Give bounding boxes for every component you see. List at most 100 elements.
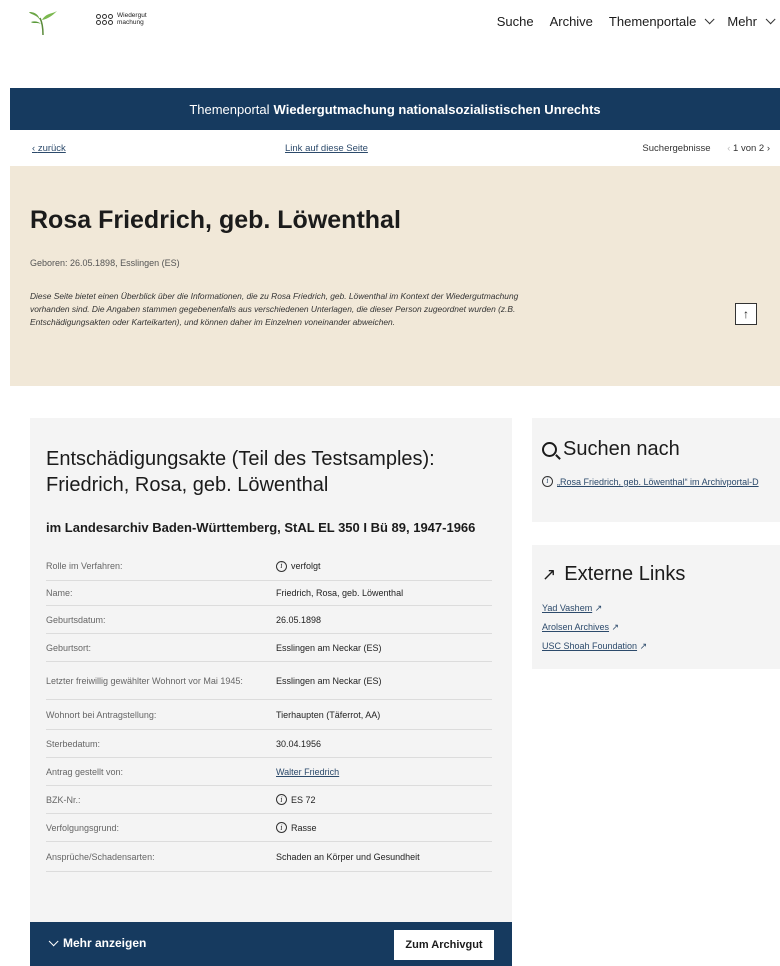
- external-link-usc-shoah[interactable]: USC Shoah Foundation ↗: [542, 641, 647, 652]
- link-text: Arolsen Archives: [542, 622, 610, 632]
- page-link[interactable]: Link auf diese Seite: [285, 143, 368, 154]
- row-value: 26.05.1898: [276, 614, 322, 625]
- row-value-text: ES 72: [291, 794, 316, 805]
- external-link-yad-vashem[interactable]: Yad Vashem ↗: [542, 603, 647, 614]
- external-arrow-icon: ↗: [542, 564, 557, 584]
- chevron-down-icon: [765, 14, 776, 25]
- record-title: Entschädigungsakte (Teil des Testsamples…: [46, 448, 435, 496]
- row-value: Friedrich, Rosa, geb. Löwenthal: [276, 588, 404, 598]
- archivportal-link[interactable]: i „Rosa Friedrich, geb. Löwenthal“ im Arc…: [542, 476, 762, 489]
- info-icon: i: [542, 476, 553, 487]
- nav-search[interactable]: Suche: [497, 14, 534, 29]
- top-bar: Wiedergut machung Suche Archive Themenpo…: [0, 0, 780, 48]
- record-card: Entschädigungsakte (Teil des Testsamples…: [30, 418, 512, 928]
- table-row: BZK-Nr.: i ES 72: [46, 786, 492, 814]
- row-value-text: Rasse: [291, 822, 317, 833]
- record-subtitle: im Landesarchiv Baden-Württemberg, StAL …: [46, 520, 476, 535]
- row-key: Name:: [46, 588, 73, 598]
- table-row: Antrag gestellt von: Walter Friedrich: [46, 758, 492, 786]
- link-text: USC Shoah Foundation: [542, 641, 638, 651]
- back-link-label: zurück: [37, 142, 66, 154]
- row-key: Rolle im Verfahren:: [46, 561, 123, 571]
- applicant-link[interactable]: Walter Friedrich: [276, 767, 492, 777]
- row-value: 30.04.1956: [276, 738, 322, 749]
- back-link[interactable]: ‹ zurück: [32, 143, 66, 154]
- row-value: i Rasse: [276, 822, 492, 833]
- external-links-title-text: Externe Links: [564, 563, 686, 585]
- nav-portals[interactable]: Themenportale: [608, 14, 715, 29]
- row-key: Verfolgungsgrund:: [46, 822, 120, 833]
- row-key: Ansprüche/Schadensarten:: [46, 851, 155, 862]
- sub-nav: ‹ zurück Link auf diese Seite Suchergebn…: [10, 130, 780, 166]
- row-key: Geburtsdatum:: [46, 614, 106, 625]
- record-table: Rolle im Verfahren: i verfolgt Name: Frie…: [46, 552, 492, 872]
- row-value: Tierhaupten (Täferrot, AA): [276, 709, 381, 720]
- arrow-up-icon: ↑: [743, 307, 749, 321]
- table-row: Letzter freiwillig gewählter Wohnort vor…: [46, 662, 492, 700]
- row-key: BZK-Nr.:: [46, 794, 81, 805]
- table-row: Sterbedatum: 30.04.1956: [46, 730, 492, 758]
- table-row: Rolle im Verfahren: i verfolgt: [46, 552, 492, 581]
- table-row: Geburtsort: Esslingen am Neckar (ES): [46, 634, 492, 662]
- table-row: Wohnort bei Antragstellung: Tierhaupten …: [46, 700, 492, 730]
- nav-more[interactable]: Mehr: [727, 14, 776, 29]
- external-links-list: Yad Vashem ↗ Arolsen Archives ↗ USC Shoa…: [542, 603, 647, 660]
- row-key: Geburtsort:: [46, 642, 92, 653]
- birth-info: Geboren: 26.05.1898, Esslingen (ES): [30, 258, 180, 268]
- scroll-up-button[interactable]: ↑: [735, 303, 757, 325]
- row-value: Schaden an Körper und Gesundheit: [276, 851, 420, 862]
- main-nav: Suche Archive Themenportale Mehr: [497, 14, 776, 29]
- info-icon[interactable]: i: [276, 560, 287, 572]
- chevron-down-icon: [48, 935, 59, 946]
- results-next-icon[interactable]: ›: [767, 143, 770, 154]
- person-hero: Rosa Friedrich, geb. Löwenthal Geboren: …: [10, 166, 780, 386]
- results-prev-icon[interactable]: ‹: [727, 143, 730, 154]
- row-value: i verfolgt: [276, 560, 492, 572]
- search-box-title: Suchen nach: [542, 438, 680, 461]
- nav-more-label: Mehr: [727, 14, 757, 29]
- logo-text-1: Wiedergut: [117, 12, 147, 19]
- row-key: Wohnort bei Antragstellung:: [46, 709, 157, 720]
- plant-logo-icon[interactable]: [28, 10, 58, 36]
- external-link-arolsen[interactable]: Arolsen Archives ↗: [542, 622, 647, 633]
- banner-prefix: Themenportal: [189, 101, 270, 117]
- table-row: Verfolgungsgrund: i Rasse: [46, 814, 492, 842]
- row-value: Esslingen am Neckar (ES): [276, 642, 382, 653]
- logo-text-2: machung: [117, 19, 144, 26]
- search-box: Suchen nach i „Rosa Friedrich, geb. Löwen…: [532, 418, 780, 522]
- results-page: 1 von 2: [733, 142, 765, 154]
- link-text: Yad Vashem: [542, 603, 593, 613]
- nav-portals-label: Themenportale: [608, 14, 697, 29]
- archivportal-link-text: „Rosa Friedrich, geb. Löwenthal“ im Arch…: [557, 477, 759, 487]
- portal-banner[interactable]: Themenportal Wiedergutmachung nationalso…: [10, 88, 780, 130]
- external-links-title: ↗ Externe Links: [542, 563, 685, 586]
- results-label: Suchergebnisse: [642, 142, 711, 154]
- search-box-title-text: Suchen nach: [563, 438, 680, 460]
- record-footer: Mehr anzeigen Zum Archivgut: [30, 922, 512, 966]
- search-results-pager: Suchergebnisse ‹ 1 von 2 ›: [642, 143, 770, 154]
- row-key: Antrag gestellt von:: [46, 766, 124, 777]
- logo-grid-icon: [96, 13, 113, 25]
- info-icon[interactable]: i: [276, 794, 287, 805]
- external-arrow-icon: ↗: [611, 622, 620, 632]
- table-row: Geburtsdatum: 26.05.1898: [46, 606, 492, 634]
- table-row: Name: Friedrich, Rosa, geb. Löwenthal: [46, 581, 492, 606]
- external-links-box: ↗ Externe Links Yad Vashem ↗ Arolsen Arch…: [532, 545, 780, 669]
- row-value: i ES 72: [276, 794, 492, 805]
- external-arrow-icon: ↗: [639, 641, 648, 651]
- table-row: Ansprüche/Schadensarten: Schaden an Körp…: [46, 842, 492, 872]
- person-name: Rosa Friedrich, geb. Löwenthal: [30, 206, 401, 234]
- info-icon[interactable]: i: [276, 822, 287, 833]
- to-archive-button[interactable]: Zum Archivgut: [394, 930, 494, 960]
- row-key: Letzter freiwillig gewählter Wohnort vor…: [46, 675, 243, 686]
- wiedergutmachung-logo[interactable]: Wiedergut machung: [96, 12, 147, 26]
- person-description: Diese Seite bietet einen Überblick über …: [30, 291, 519, 327]
- row-value: Esslingen am Neckar (ES): [276, 675, 382, 686]
- show-more-label: Mehr anzeigen: [63, 936, 147, 950]
- external-arrow-icon: ↗: [594, 603, 603, 613]
- nav-archive[interactable]: Archive: [550, 14, 593, 29]
- banner-title: Wiedergutmachung nationalsozialistischen…: [273, 101, 601, 117]
- row-value-text: verfolgt: [291, 561, 321, 571]
- row-key: Sterbedatum:: [46, 738, 101, 749]
- show-more-button[interactable]: Mehr anzeigen: [48, 935, 147, 950]
